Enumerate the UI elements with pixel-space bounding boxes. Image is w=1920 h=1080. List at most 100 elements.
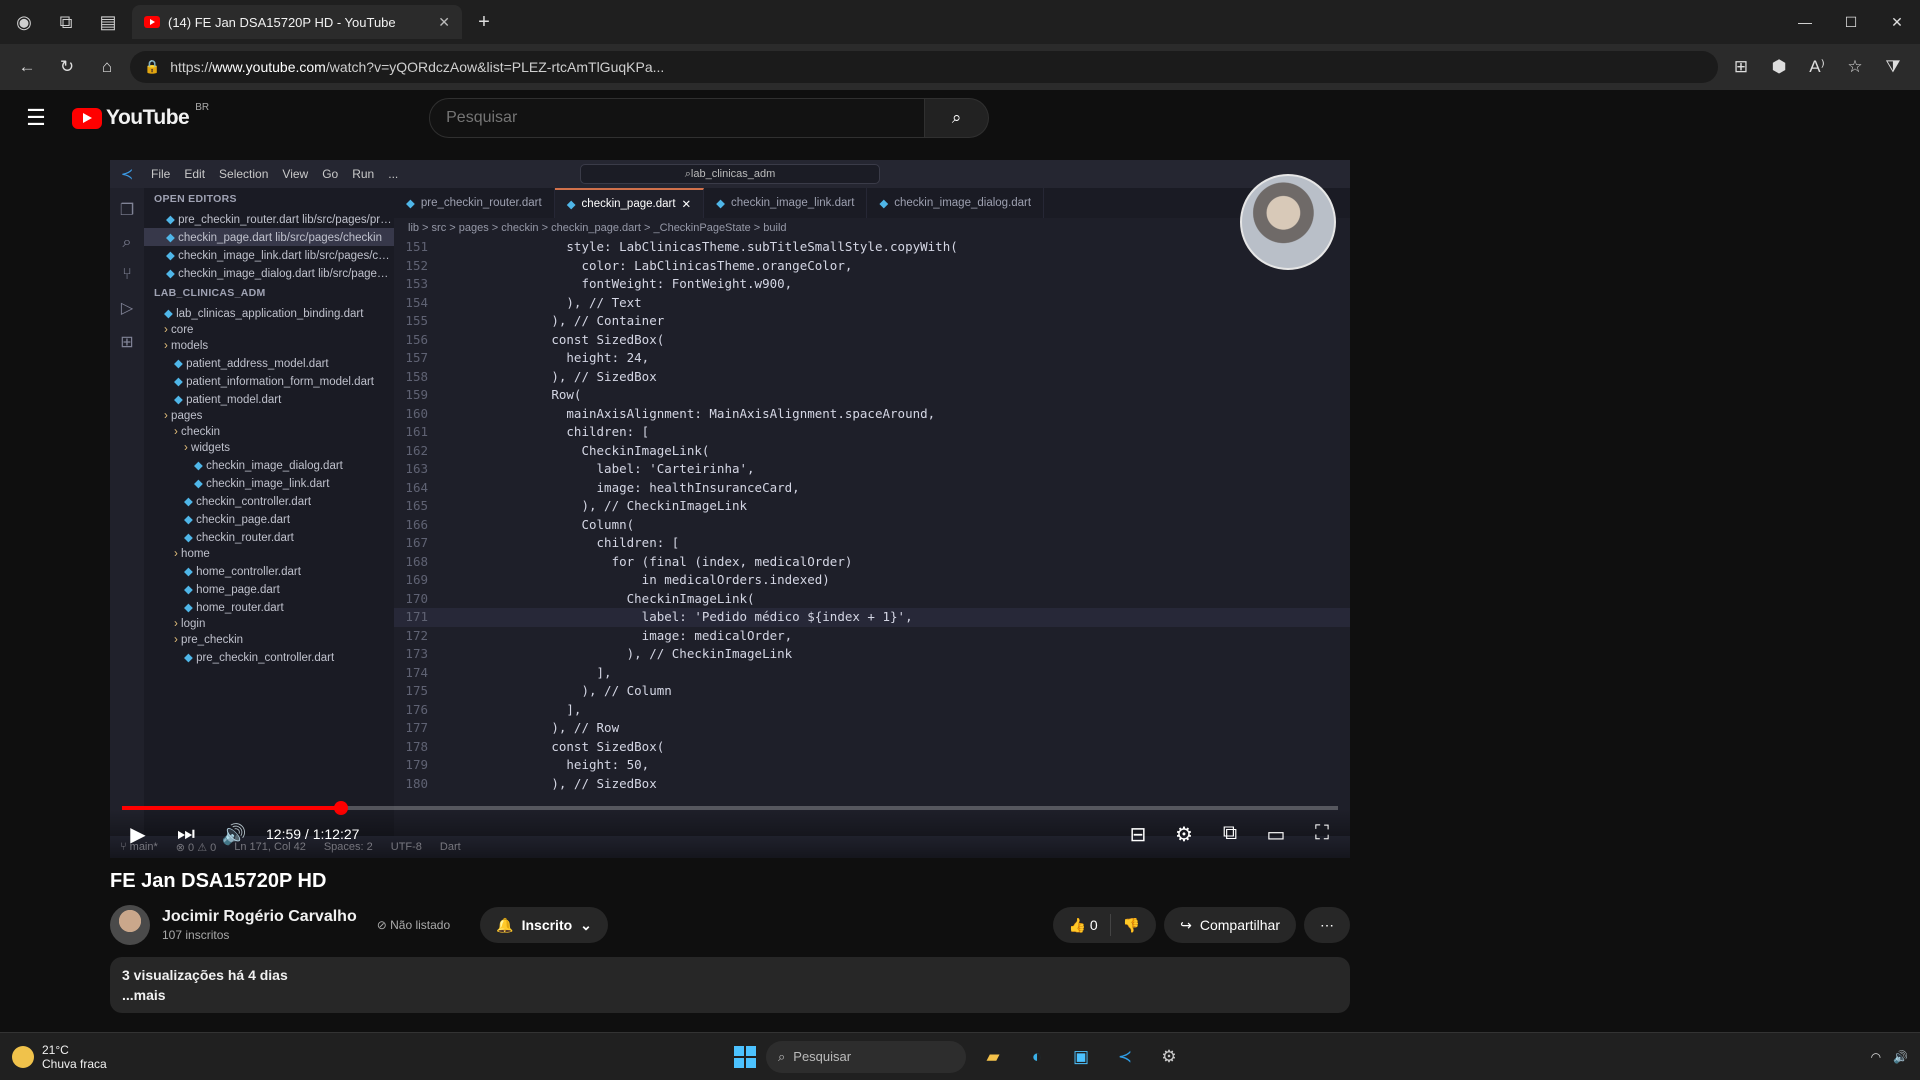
video-title: FE Jan DSA15720P HD — [110, 870, 327, 892]
theater-mode-icon[interactable]: ▭ — [1260, 822, 1292, 847]
vertical-tabs-icon[interactable]: ▤ — [90, 6, 126, 38]
read-aloud-icon[interactable]: A⁾ — [1800, 50, 1834, 84]
explorer-tree-item: › checkin — [174, 426, 221, 438]
minimize-button[interactable]: — — [1782, 0, 1828, 44]
collections-icon[interactable]: ⧩ — [1876, 50, 1910, 84]
code-line: 159 Row( — [405, 387, 582, 402]
code-line: 154 ), // Text — [405, 294, 642, 310]
search-button[interactable]: ⌕ — [925, 98, 990, 138]
settings-icon[interactable]: ⚙ — [1152, 1040, 1186, 1074]
start-button[interactable] — [734, 1045, 756, 1068]
close-tab-icon[interactable]: ✕ — [438, 14, 450, 31]
share-button[interactable]: ↪ Compartilhar — [1164, 907, 1296, 943]
webcam-overlay — [1240, 174, 1336, 270]
file-explorer-icon[interactable]: ▰ — [976, 1040, 1010, 1074]
workspaces-icon[interactable]: ⧉ — [48, 6, 84, 38]
code-line: 173 ), // CheckinImageLink — [405, 646, 793, 661]
miniplayer-icon[interactable]: ⧉ — [1214, 822, 1246, 847]
maximize-button[interactable]: ☐ — [1828, 0, 1874, 44]
tab-youtube[interactable]: (14) FE Jan DSA15720P HD - YouTube ✕ — [132, 5, 462, 39]
code-line: 170 CheckinImageLink( — [405, 590, 755, 606]
url-text: https://www.youtube.com/watch?v=yQORdczA… — [170, 59, 665, 75]
app-available-icon[interactable]: ⊞ — [1724, 50, 1758, 84]
temperature: 21°C — [42, 1042, 69, 1057]
close-window-button[interactable]: ✕ — [1874, 0, 1920, 44]
youtube-logo[interactable]: YouTube BR — [72, 102, 209, 130]
favorite-icon[interactable]: ☆ — [1838, 50, 1872, 84]
code-line: 174 ], — [405, 664, 612, 680]
next-icon[interactable]: ⏭ — [170, 823, 202, 846]
explorer-tree-item: ◆ checkin_controller.dart — [184, 496, 312, 508]
explorer-tree-item: › pre_checkin — [174, 634, 244, 646]
open-editor-item: ◆ checkin_page.dart lib/src/pages/checki… — [144, 228, 394, 246]
editor-tabs: ◆ pre_checkin_router.dart ◆ checkin_page.da… — [394, 188, 1350, 218]
edge-browser-icon[interactable]: ◐ — [1020, 1040, 1054, 1074]
vscode-explorer: OPEN EDITORS ◆ pre_checkin_router.dart l… — [144, 188, 394, 836]
search-input[interactable] — [429, 98, 926, 138]
dislike-button[interactable]: 👎 — [1123, 917, 1140, 934]
explorer-tree-item: › login — [174, 618, 206, 630]
source-control-icon: ⑂ — [122, 266, 132, 283]
like-button[interactable]: 👍 0 — [1069, 917, 1098, 934]
refresh-icon[interactable]: ↻ — [50, 50, 84, 84]
settings-icon[interactable]: ⚙ — [1168, 822, 1200, 847]
new-tab-button[interactable]: + — [468, 6, 500, 38]
bell-icon: 🔔 — [496, 916, 514, 933]
back-icon[interactable]: ← — [10, 50, 44, 84]
profile-icon[interactable]: ◉ — [6, 6, 42, 38]
subscribed-button[interactable]: 🔔 Inscrito ⌄ — [480, 907, 608, 943]
open-editors-header: OPEN EDITORS — [154, 193, 237, 205]
vscode-menu-item: File — [151, 167, 171, 181]
vscode-menubar: ≺ File Edit Selection View Go Run ... ⌕ … — [110, 160, 1350, 188]
open-editor-item: ◆ checkin_image_dialog.dart lib/src/page… — [166, 268, 394, 280]
lock-icon[interactable]: 🔒 — [144, 59, 160, 75]
store-icon[interactable]: ▣ — [1064, 1040, 1098, 1074]
windows-taskbar: 21°C Chuva fraca ⌕ Pesquisar ▰ ◐ ▣ ≺ ⚙ ◠… — [0, 1032, 1920, 1080]
code-line: 152 color: LabClinicasTheme.orangeColor, — [405, 257, 853, 273]
code-line: 168 for (final (index, medicalOrder) — [405, 553, 853, 569]
code-line: 156 const SizedBox( — [405, 331, 665, 347]
code-line: 169 in medicalOrders.indexed) — [405, 572, 830, 587]
editor-tab: ◆ checkin_image_dialog.dart — [867, 188, 1045, 218]
code-line: 175 ), // Column — [405, 683, 672, 698]
home-icon[interactable]: ⌂ — [90, 50, 124, 84]
vscode-menu-item: ... — [388, 167, 399, 181]
subscriber-count: 107 inscritos — [162, 928, 230, 942]
code-line: 158 ), // SizedBox — [405, 368, 657, 384]
wifi-icon[interactable]: ◠ — [1871, 1050, 1881, 1064]
taskbar-search[interactable]: ⌕ Pesquisar — [766, 1040, 966, 1073]
vscode-icon[interactable]: ≺ — [1108, 1040, 1142, 1074]
play-icon[interactable]: ▶ — [122, 822, 154, 847]
fullscreen-icon[interactable]: ⛶ — [1306, 822, 1338, 847]
extension-icon[interactable]: ⬢ — [1762, 50, 1796, 84]
more-actions-button[interactable]: ⋯ — [1304, 907, 1350, 943]
volume-icon[interactable]: 🔊 — [218, 822, 250, 847]
code-line: 162 CheckinImageLink( — [405, 442, 710, 458]
vscode-menu-item: Edit — [184, 167, 206, 181]
vscode-menu-item: Go — [322, 167, 339, 181]
weather-widget[interactable]: 21°C Chuva fraca — [12, 1043, 107, 1071]
explorer-tree-item: › core — [164, 324, 194, 336]
code-line: 167 children: [ — [405, 535, 680, 550]
explorer-tree-item: ◆ checkin_router.dart — [184, 532, 294, 544]
explorer-tree-item: ◆ pre_checkin_controller.dart — [184, 652, 335, 664]
youtube-play-icon — [72, 107, 102, 129]
explorer-icon: ❐ — [119, 202, 135, 219]
code-line: 172 image: medicalOrder, — [405, 627, 793, 643]
description-box[interactable]: 3 visualizações há 4 dias ...mais — [110, 957, 1350, 1013]
channel-avatar[interactable] — [110, 905, 150, 945]
code-line: 151 style: LabClinicasTheme.subTitleSmal… — [405, 239, 958, 254]
explorer-tree-item: › models — [164, 340, 209, 352]
volume-icon[interactable]: 🔊 — [1893, 1050, 1908, 1064]
video-player[interactable]: ≺ File Edit Selection View Go Run ... ⌕ … — [110, 160, 1350, 858]
country-code: BR — [195, 102, 210, 113]
editor-tab: ◆ checkin_image_link.dart — [704, 188, 868, 218]
address-bar[interactable]: 🔒 https://www.youtube.com/watch?v=yQORdc… — [130, 51, 1718, 83]
open-editor-item: ◆ checkin_image_link.dart lib/src/pages/… — [166, 250, 394, 262]
youtube-search: ⌕ — [429, 98, 990, 138]
hamburger-menu-icon[interactable]: ☰ — [16, 98, 56, 138]
subtitles-icon[interactable]: ⊟ — [1122, 822, 1154, 847]
share-icon: ↪ — [1180, 916, 1192, 933]
show-more-link[interactable]: ...mais — [122, 987, 1338, 1003]
channel-name[interactable]: Jocimir Rogério Carvalho — [162, 908, 357, 926]
